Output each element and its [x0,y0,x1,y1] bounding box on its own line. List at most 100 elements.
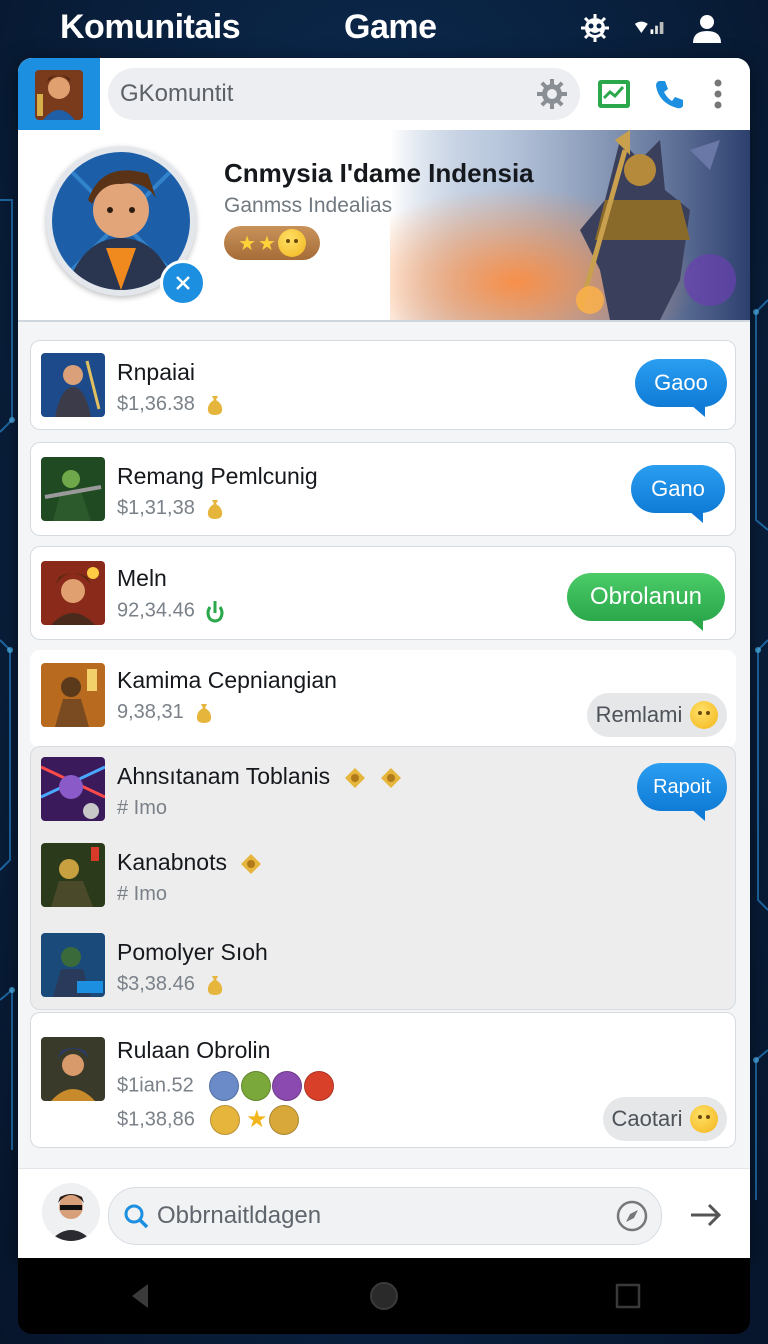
star-icon: ★ [258,232,276,255]
coin-bag-icon [208,395,223,415]
status-title-right: Game [344,8,437,46]
app-window: GKomuntit Cnmysia I'dame Indensia Ganmss… [18,58,750,1258]
reaction-button[interactable]: Remlami [587,693,727,737]
gear-icon[interactable] [534,76,570,112]
item-name: Kamima Cepniangian [117,667,337,693]
game-thumbnail [41,561,105,625]
item-price-text: 92,34.46 [117,599,195,622]
crown-icon [241,853,262,874]
item-price: $1,36.38 [117,393,224,416]
app-bar: GKomuntit [18,58,750,131]
item-tag: # Imo [117,797,168,819]
reaction-button[interactable]: Caotari [603,1097,727,1141]
chat-button[interactable]: Obrolanun [567,573,725,631]
wifi-signal-icon [634,12,668,44]
item-name: Kanabnots [117,849,263,876]
back-icon[interactable] [110,1266,170,1326]
item-price-text: $3,38.46 [117,973,195,995]
item-name-text: Kanabnots [117,849,227,875]
item-price-text: $1,36.38 [117,393,195,415]
community-banner: Cnmysia I'dame Indensia Ganmss Indealias… [18,130,750,322]
community-avatar[interactable] [18,58,100,130]
game-thumbnail [41,353,105,417]
rating-badge: ★ ★ [224,226,320,260]
game-thumbnail [41,1037,105,1101]
list-item[interactable]: Kamima Cepniangian 9,38,31 Remlami [30,650,736,748]
more-menu-icon[interactable] [700,76,736,112]
report-button[interactable]: Rapoit [637,763,727,821]
item-price: $1,31,38 [117,497,224,520]
item-price: 9,38,31 [117,701,213,724]
message-composer: Obbrnaitldagen [18,1168,750,1258]
coin-bag-icon [208,499,223,519]
community-subtitle: Ganmss Indealias [224,194,393,217]
emoji-icon [690,1105,719,1133]
group-card: Rapoit Ahnsıtanam Toblanis # Imo Kanabno… [30,746,736,1010]
recents-icon[interactable] [598,1266,658,1326]
power-icon [206,601,224,623]
item-price: $3,38.46 [117,973,224,996]
star-icon: ★ [245,1106,268,1134]
search-input[interactable]: GKomuntit [120,80,534,108]
crown-icon [344,767,365,788]
list-item[interactable]: Rulaan Obrolin $1ian.52 $1,38,86 ★ Caota… [30,1012,736,1148]
chart-icon[interactable] [596,76,632,112]
item-price: $1ian.52 [117,1071,334,1101]
trophy-icon [210,1105,241,1135]
search-bar[interactable]: GKomuntit [108,68,580,120]
item-price-text: $1ian.52 [117,1074,194,1097]
game-thumbnail [41,663,105,727]
community-title: Cnmysia I'dame Indensia [224,158,534,188]
phone-icon[interactable] [652,76,688,112]
compass-icon[interactable] [615,1199,649,1233]
emoji-icon [277,229,306,257]
list-item[interactable]: Meln 92,34.46 Obrolanun [30,546,736,640]
participant-avatar [272,1071,303,1101]
item-price-text: $1,38,86 [117,1108,195,1131]
participant-avatar [240,1071,271,1101]
item-name: Pomolyer Sıoh [117,939,268,965]
virus-icon [578,12,612,44]
crown-icon [380,767,401,788]
coin-bag-icon [197,703,212,723]
navigation-bar [18,1258,750,1334]
list-item[interactable]: Rnpaiai $1,36.38 Gaoo [30,340,736,430]
game-thumbnail [41,933,105,997]
emoji-icon [690,701,719,729]
message-placeholder: Obbrnaitldagen [157,1202,322,1229]
item-name: Rulaan Obrolin [117,1037,271,1063]
coin-bag-icon [208,975,223,995]
status-title-left: Komunitais [60,8,241,46]
participant-avatars [209,1071,334,1101]
search-icon [123,1203,149,1229]
medal-icon [269,1105,300,1135]
item-name: Remang Pemlcunig [117,463,318,489]
item-name: Meln [117,565,167,591]
item-name: Rnpaiai [117,359,195,385]
home-icon[interactable] [354,1266,414,1326]
message-input[interactable]: Obbrnaitldagen [108,1187,662,1245]
item-name-text: Ahnsıtanam Toblanis [117,763,331,789]
item-name: Ahnsıtanam Toblanis [117,763,403,790]
item-price-text: $1,31,38 [117,497,195,519]
my-avatar[interactable] [42,1183,100,1241]
game-thumbnail [41,843,105,907]
close-icon[interactable] [160,260,206,306]
star-icon: ★ [238,232,256,255]
item-price: $1,38,86 ★ [117,1105,300,1135]
item-price: 92,34.46 [117,599,224,623]
status-bar: Komunitais Game [0,0,768,58]
game-thumbnail [41,757,105,821]
chat-button[interactable]: Gano [631,465,725,523]
reaction-label: Remlami [595,702,683,727]
game-thumbnail [41,457,105,521]
reaction-icons: ★ [210,1105,300,1135]
send-arrow-icon[interactable] [686,1195,726,1235]
participant-avatar [304,1071,334,1101]
list-item[interactable]: Remang Pemlcunig $1,31,38 Gano [30,442,736,536]
chat-button[interactable]: Gaoo [635,359,727,417]
reaction-label: Caotari [611,1106,683,1131]
item-tag: # Imo [117,883,168,905]
participant-avatar [209,1071,240,1101]
user-icon [690,12,724,44]
